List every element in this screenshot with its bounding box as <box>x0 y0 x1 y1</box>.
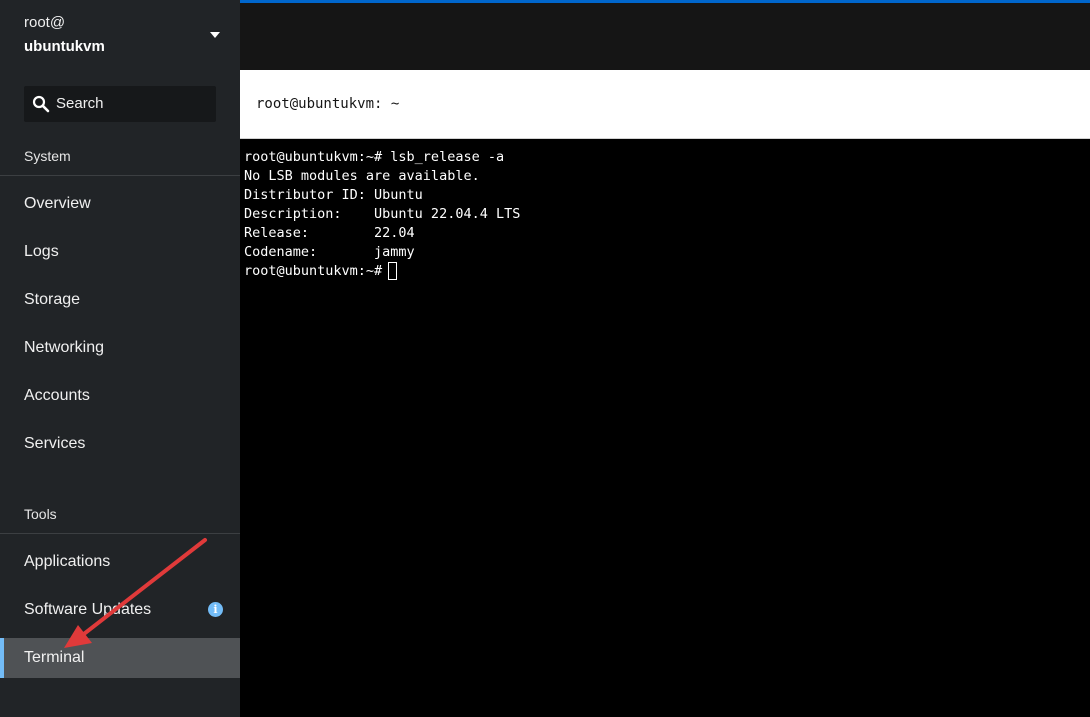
sidebar-item-storage[interactable]: Storage <box>0 280 240 320</box>
sidebar: root@ ubuntukvm Search System Overview L… <box>0 0 240 717</box>
terminal-line: root@ubuntukvm:~# lsb_release -a <box>244 149 505 165</box>
sidebar-item-label: Networking <box>24 339 105 356</box>
terminal-cursor <box>388 262 397 280</box>
divider <box>0 175 240 176</box>
search-label: Search <box>56 95 104 112</box>
host-switcher[interactable]: root@ ubuntukvm <box>0 0 240 70</box>
sidebar-item-label: Services <box>24 435 86 452</box>
terminal-line: Codename: jammy <box>244 244 415 260</box>
host-user: root@ <box>24 14 66 31</box>
sidebar-item-label: Applications <box>24 553 111 570</box>
host-name: ubuntukvm <box>24 38 105 55</box>
terminal-title: root@ubuntukvm: ~ <box>256 96 400 112</box>
divider <box>0 533 240 534</box>
terminal-prompt: root@ubuntukvm:~# <box>244 263 391 279</box>
sidebar-item-label: Logs <box>24 243 59 260</box>
search-input[interactable]: Search <box>24 86 216 122</box>
section-title-system: System <box>24 148 71 164</box>
sidebar-item-terminal[interactable]: Terminal <box>0 638 240 678</box>
sidebar-item-applications[interactable]: Applications <box>0 542 240 582</box>
sidebar-item-software-updates[interactable]: Software Updates i <box>0 590 240 630</box>
caret-down-icon[interactable] <box>210 32 220 38</box>
terminal-line: No LSB modules are available. <box>244 168 480 184</box>
terminal-line: Release: 22.04 <box>244 225 415 241</box>
sidebar-item-label: Terminal <box>24 649 85 666</box>
sidebar-item-label: Overview <box>24 195 91 212</box>
sidebar-item-label: Storage <box>24 291 81 308</box>
sidebar-item-accounts[interactable]: Accounts <box>0 376 240 416</box>
terminal-title-bar: root@ubuntukvm: ~ <box>240 70 1090 139</box>
sidebar-item-networking[interactable]: Networking <box>0 328 240 368</box>
sidebar-item-overview[interactable]: Overview <box>0 184 240 224</box>
active-indicator <box>0 638 4 678</box>
search-icon <box>32 95 50 113</box>
sidebar-item-services[interactable]: Services <box>0 424 240 464</box>
sidebar-item-label: Software Updates <box>24 601 152 618</box>
sidebar-item-label: Accounts <box>24 387 90 404</box>
sidebar-item-logs[interactable]: Logs <box>0 232 240 272</box>
terminal-line: Description: Ubuntu 22.04.4 LTS <box>244 206 521 222</box>
top-bar <box>240 3 1090 70</box>
terminal-output[interactable]: root@ubuntukvm:~# lsb_release -a No LSB … <box>240 139 1090 717</box>
terminal-line: Distributor ID: Ubuntu <box>244 187 423 203</box>
info-icon: i <box>208 602 223 617</box>
section-title-tools: Tools <box>24 506 57 522</box>
